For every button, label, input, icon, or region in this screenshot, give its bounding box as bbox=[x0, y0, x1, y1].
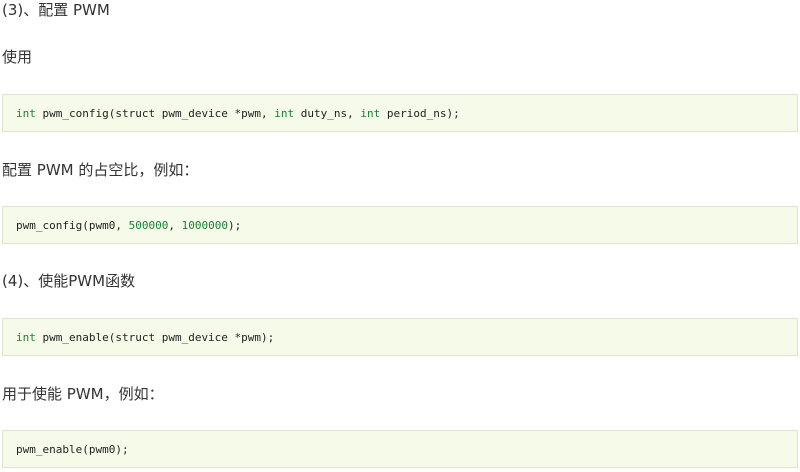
section-4-heading: (4)、使能PWM函数 bbox=[2, 272, 136, 290]
section-3-heading: (3)、配置 PWM bbox=[2, 1, 110, 19]
code-text: duty_ns, bbox=[294, 106, 361, 120]
section-3-example-label: 配置 PWM 的占空比，例如： bbox=[2, 161, 199, 179]
code-text: pwm_config(struct pwm_device *pwm, bbox=[35, 106, 275, 120]
code-keyword: int bbox=[274, 106, 295, 120]
code-number: 500000 bbox=[128, 218, 169, 232]
pwm-config-example-code: pwm_config(pwm0, 500000, 1000000); bbox=[2, 206, 798, 244]
pwm-config-signature-code: int pwm_config(struct pwm_device *pwm, i… bbox=[2, 94, 798, 132]
code-text: , bbox=[168, 218, 182, 232]
code-keyword: int bbox=[360, 106, 381, 120]
code-number: 1000000 bbox=[181, 218, 228, 232]
pwm-enable-signature-code: int pwm_enable(struct pwm_device *pwm); bbox=[2, 318, 798, 356]
section-3-intro: 使用 bbox=[2, 48, 33, 66]
code-text: pwm_config(pwm0, bbox=[16, 218, 129, 232]
code-text: ); bbox=[227, 218, 242, 232]
section-4-example-label: 用于使能 PWM，例如： bbox=[2, 385, 164, 403]
code-text: pwm_enable(struct pwm_device *pwm); bbox=[35, 330, 275, 344]
code-keyword: int bbox=[16, 106, 36, 120]
code-text: period_ns); bbox=[380, 106, 460, 120]
code-keyword: int bbox=[16, 330, 36, 344]
code-text: pwm_enable(pwm0); bbox=[16, 442, 129, 456]
pwm-enable-example-code: pwm_enable(pwm0); bbox=[2, 430, 798, 468]
